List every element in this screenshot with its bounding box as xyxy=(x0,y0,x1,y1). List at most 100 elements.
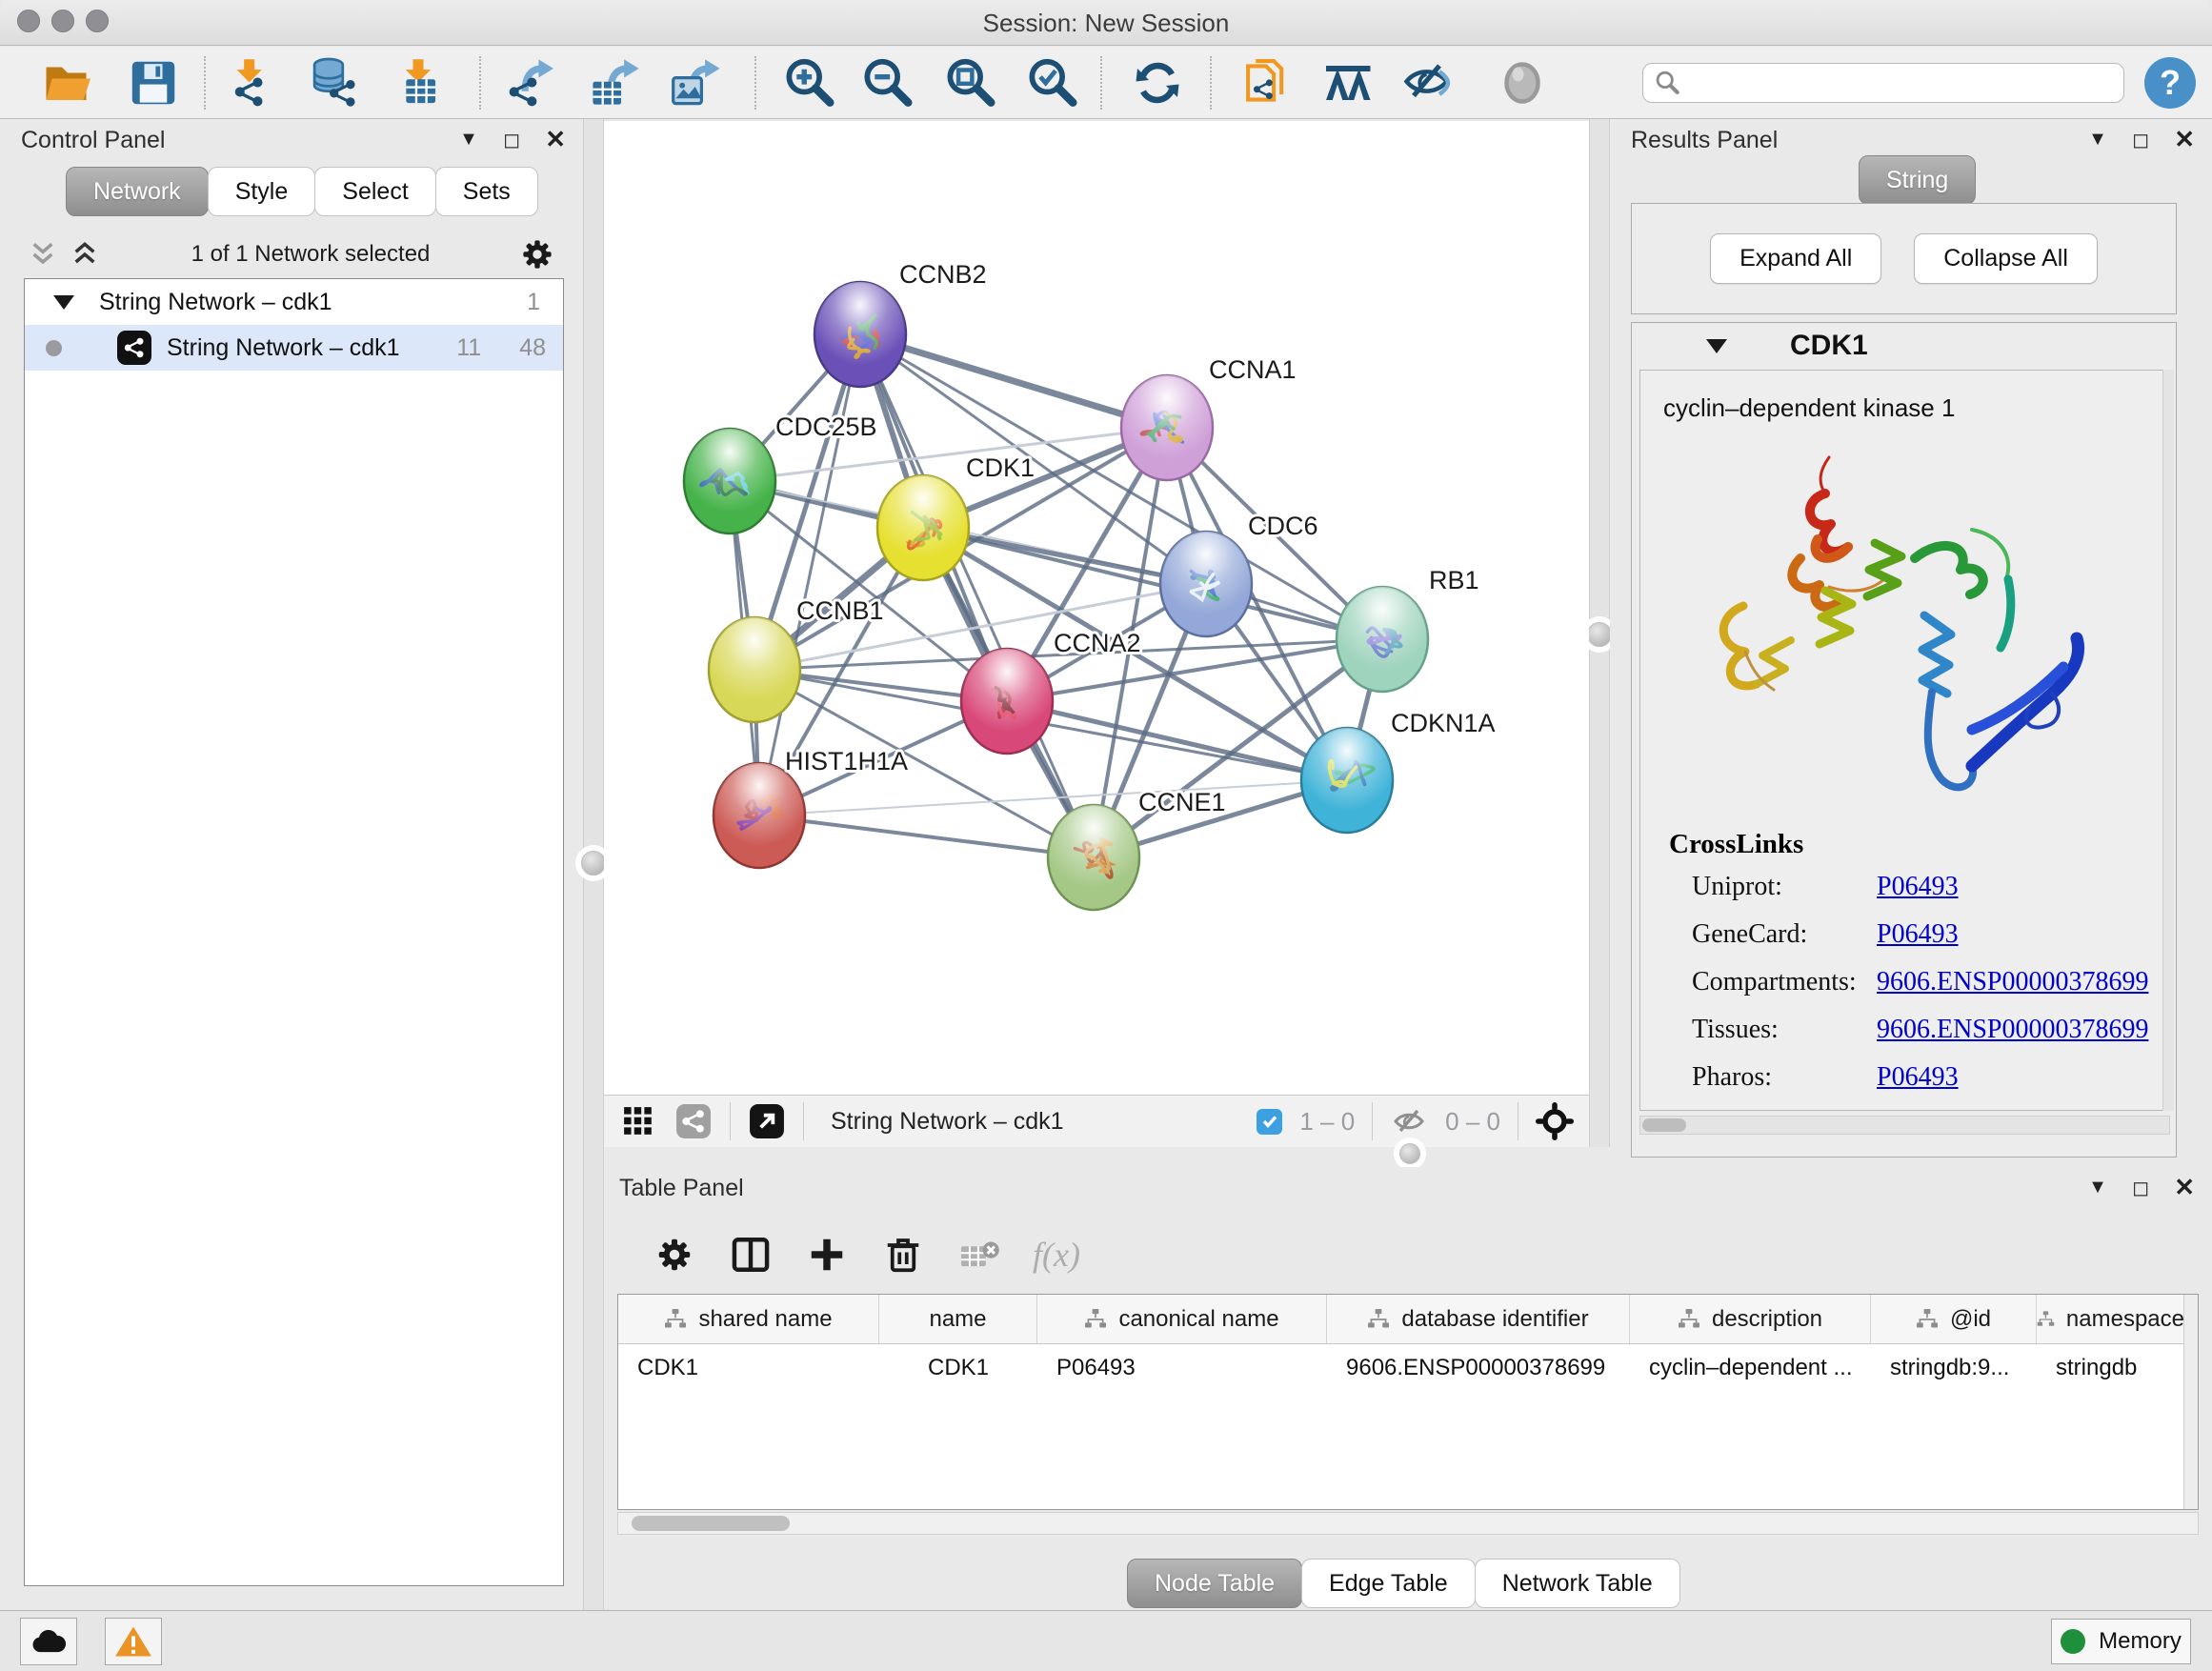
memory-button[interactable]: Memory xyxy=(2051,1619,2191,1664)
crosshair-icon[interactable] xyxy=(1536,1102,1574,1140)
column-header-name[interactable]: name xyxy=(879,1295,1037,1343)
share-network-icon[interactable] xyxy=(674,1102,713,1140)
table-cell[interactable]: CDK1 xyxy=(879,1344,1037,1392)
zoom-selected-button[interactable] xyxy=(1022,53,1081,112)
panel-float-icon[interactable]: ◻ xyxy=(503,128,520,152)
right-splitter[interactable] xyxy=(1589,119,1610,1167)
network-node-CDKN1A[interactable]: CDKN1A xyxy=(1301,709,1496,833)
column-header--id[interactable]: @id xyxy=(1871,1295,2037,1343)
network-node-CCNB1[interactable]: CCNB1 xyxy=(709,596,884,722)
network-node-CCNE1[interactable]: CCNE1 xyxy=(1048,788,1226,910)
cloud-button[interactable] xyxy=(20,1618,77,1665)
table-cell[interactable]: stringdb xyxy=(2037,1344,2185,1392)
expand-all-icon[interactable] xyxy=(69,239,101,270)
column-header-shared-name[interactable]: shared name xyxy=(618,1295,879,1343)
zoom-fit-button[interactable] xyxy=(940,53,999,112)
network-node-CCNA1[interactable]: CCNA1 xyxy=(1121,355,1297,480)
crosslink-link[interactable]: P06493 xyxy=(1877,1062,1959,1093)
save-session-button[interactable] xyxy=(124,53,183,112)
tab-string[interactable]: String xyxy=(1859,155,1976,205)
column-header-canonical-name[interactable]: canonical name xyxy=(1037,1295,1327,1343)
panel-float-icon[interactable]: ◻ xyxy=(2132,1176,2149,1200)
import-network-from-database-button[interactable] xyxy=(303,53,362,112)
horizontal-splitter-knob[interactable] xyxy=(1399,1143,1420,1164)
panel-close-icon[interactable]: ✕ xyxy=(2174,1173,2195,1202)
zoom-out-button[interactable] xyxy=(857,53,916,112)
tab-edge-table[interactable]: Edge Table xyxy=(1301,1559,1476,1608)
right-splitter-knob[interactable] xyxy=(1587,622,1612,647)
refresh-network-button[interactable] xyxy=(1128,53,1187,112)
column-header-database-identifier[interactable]: database identifier xyxy=(1327,1295,1630,1343)
network-edge[interactable] xyxy=(759,815,1094,857)
table-horizontal-scrollbar[interactable] xyxy=(617,1512,2199,1535)
tab-style[interactable]: Style xyxy=(208,167,316,216)
columns-icon[interactable] xyxy=(728,1232,774,1278)
panel-close-icon[interactable]: ✕ xyxy=(2174,125,2195,154)
crosslink-link[interactable]: P06493 xyxy=(1877,872,1959,902)
open-file-button[interactable] xyxy=(38,53,97,112)
table-cell[interactable]: CDK1 xyxy=(618,1344,879,1392)
column-header-description[interactable]: description xyxy=(1630,1295,1871,1343)
delete-icon[interactable] xyxy=(880,1232,926,1278)
collapse-all-button[interactable]: Collapse All xyxy=(1914,233,2098,284)
selected-checkbox[interactable] xyxy=(1257,1109,1282,1135)
table-cell[interactable]: P06493 xyxy=(1037,1344,1327,1392)
tab-network-table[interactable]: Network Table xyxy=(1475,1559,1680,1608)
network-node-CDK1[interactable]: CDK1 xyxy=(877,453,1035,580)
show-hide-graphics-button[interactable] xyxy=(1398,53,1458,112)
table-row[interactable]: CDK1CDK1P064939606.ENSP00000378699cyclin… xyxy=(618,1344,2198,1392)
import-table-from-file-button[interactable] xyxy=(389,53,448,112)
results-vertical-scrollbar[interactable] xyxy=(2162,370,2174,1111)
panel-collapse-icon[interactable]: ▼ xyxy=(2088,1177,2107,1198)
new-network-from-selection-button[interactable] xyxy=(1237,53,1296,112)
table-cell[interactable]: cyclin–dependent ... xyxy=(1630,1344,1871,1392)
gear-icon[interactable] xyxy=(520,237,554,272)
left-splitter[interactable] xyxy=(583,119,604,1610)
export-table-button[interactable] xyxy=(586,53,645,112)
tab-network[interactable]: Network xyxy=(66,167,209,216)
network-node-CDC25B[interactable]: CDC25B xyxy=(684,413,877,534)
expander-icon[interactable] xyxy=(53,295,74,310)
export-network-button[interactable] xyxy=(503,53,562,112)
panel-collapse-icon[interactable]: ▼ xyxy=(459,129,478,151)
scrollbar-thumb[interactable] xyxy=(632,1516,790,1531)
table-vertical-scrollbar[interactable] xyxy=(2183,1295,2198,1509)
birdseye-arrow-icon[interactable] xyxy=(748,1102,786,1140)
results-horizontal-scrollbar[interactable] xyxy=(1639,1116,2170,1135)
column-header-namespace[interactable]: namespace xyxy=(2037,1295,2185,1343)
gear-icon[interactable] xyxy=(652,1232,697,1278)
panel-close-icon[interactable]: ✕ xyxy=(545,125,566,154)
zoom-in-button[interactable] xyxy=(779,53,838,112)
scrollbar-thumb[interactable] xyxy=(1642,1118,1686,1132)
export-image-button[interactable] xyxy=(667,53,726,112)
expander-icon[interactable] xyxy=(1706,339,1727,353)
table-cell[interactable]: stringdb:9... xyxy=(1871,1344,2037,1392)
crosslink-link[interactable]: 9606.ENSP00000378699 xyxy=(1877,1015,2148,1045)
panel-float-icon[interactable]: ◻ xyxy=(2132,128,2149,152)
network-edge[interactable] xyxy=(860,334,1094,857)
gene-header[interactable]: CDK1 xyxy=(1632,323,2176,369)
network-node-RB1[interactable]: RB1 xyxy=(1337,566,1479,692)
panel-collapse-icon[interactable]: ▼ xyxy=(2088,129,2107,151)
collapse-all-icon[interactable] xyxy=(27,239,59,270)
grid-view-icon[interactable] xyxy=(619,1102,657,1140)
network-edge[interactable] xyxy=(1007,701,1347,780)
search-input[interactable] xyxy=(1679,70,2112,96)
network-canvas[interactable]: CCNB2CCNA1CDC25BCDK1CDC6RB1CCNB1CCNA2CDK… xyxy=(604,121,1589,1095)
search-box[interactable] xyxy=(1642,63,2124,103)
add-icon[interactable] xyxy=(804,1232,850,1278)
tab-sets[interactable]: Sets xyxy=(435,167,538,216)
help-button[interactable]: ? xyxy=(2144,57,2196,109)
first-neighbors-button[interactable] xyxy=(1319,53,1378,112)
network-edge[interactable] xyxy=(860,334,1167,428)
left-splitter-knob[interactable] xyxy=(581,851,606,876)
crosslink-link[interactable]: P06493 xyxy=(1877,919,1959,950)
network-edge[interactable] xyxy=(759,334,860,815)
table-cell[interactable]: 9606.ENSP00000378699 xyxy=(1327,1344,1630,1392)
crosslink-link[interactable]: 9606.ENSP00000378699 xyxy=(1877,967,2148,997)
import-network-from-file-button[interactable] xyxy=(221,53,280,112)
expand-all-button[interactable]: Expand All xyxy=(1710,233,1881,284)
tab-node-table[interactable]: Node Table xyxy=(1127,1559,1302,1608)
network-collection-row[interactable]: String Network – cdk1 1 xyxy=(25,279,563,325)
tab-select[interactable]: Select xyxy=(314,167,435,216)
